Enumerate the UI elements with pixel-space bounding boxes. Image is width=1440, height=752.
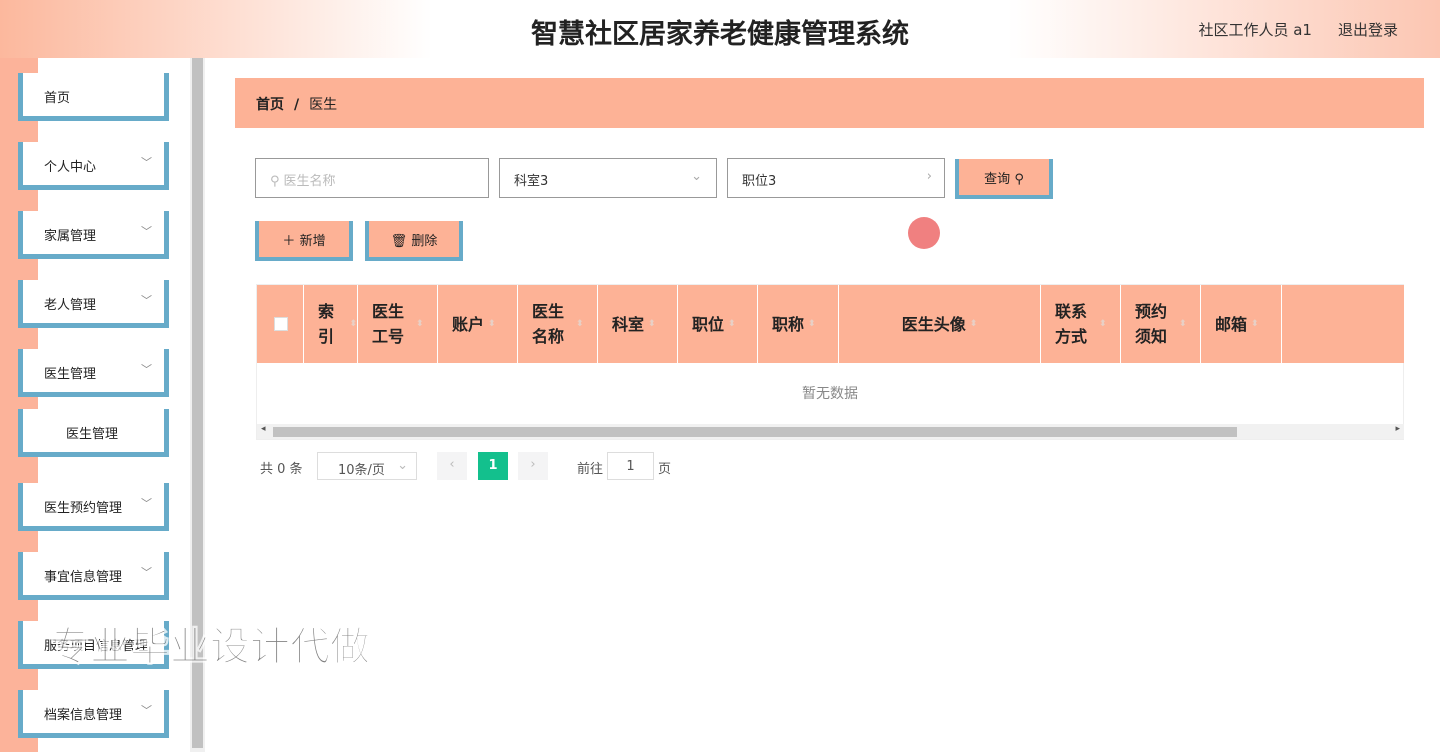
mouse-cursor-highlight: [908, 217, 940, 249]
sort-icon[interactable]: ⬍: [416, 312, 424, 337]
sort-icon[interactable]: ⬍: [728, 312, 736, 337]
watermark: 专业毕业设计代做: [50, 624, 371, 671]
sidebar-item-label: 个人中心: [44, 160, 97, 175]
department-select[interactable]: 科室3 ⌄: [499, 158, 717, 198]
chevron-down-icon: ﹀: [141, 497, 152, 510]
sort-icon[interactable]: ⬍: [576, 312, 584, 337]
column-header-label: 邮箱: [1215, 314, 1248, 334]
sort-icon[interactable]: ⬍: [488, 312, 496, 337]
column-header-label: 联系方式: [1055, 302, 1088, 346]
delete-button[interactable]: 🗑 删除: [365, 221, 463, 261]
table-header: 索引 ⬍ 医生工号 ⬍ 账户 ⬍ 医生名称 ⬍ 科室 ⬍ 职位 ⬍ 职称 ⬍ 医生头像 ⬍ 联系方式 ⬍ 预约须知 ⬍…: [257, 285, 1404, 363]
sidebar-item[interactable]: 老人管理 ﹀: [18, 280, 169, 328]
sort-icon[interactable]: ⬍: [1179, 312, 1187, 337]
sort-icon[interactable]: ⬍: [648, 312, 656, 337]
sidebar-item-label: 首页: [44, 91, 71, 106]
query-button[interactable]: 查询 ⚲: [955, 159, 1053, 199]
sidebar-item[interactable]: 家属管理 ﹀: [18, 211, 169, 259]
select-all-cell: [257, 285, 304, 363]
sidebar-item-label: 老人管理: [44, 298, 97, 313]
chevron-down-icon: ﹀: [141, 566, 152, 579]
chevron-down-icon: ⌄: [397, 458, 408, 473]
page-size-select[interactable]: 10条/页 ⌄: [317, 452, 417, 480]
chevron-right-icon: ›: [926, 169, 932, 184]
sort-icon[interactable]: ⬍: [808, 312, 816, 337]
sidebar-item[interactable]: 事宜信息管理 ﹀: [18, 552, 169, 600]
breadcrumb-separator: /: [294, 97, 300, 113]
column-header[interactable]: 职位 ⬍: [678, 285, 758, 363]
breadcrumb: 首页 / 医生: [235, 78, 1424, 128]
plus-icon: ＋: [282, 234, 296, 249]
sidebar-item-label: 医生预约管理: [44, 501, 123, 516]
sort-icon[interactable]: ⬍: [349, 312, 357, 337]
chevron-down-icon: ﹀: [141, 294, 152, 307]
sidebar-item[interactable]: 医生管理: [18, 409, 169, 457]
sidebar-item[interactable]: 医生预约管理 ﹀: [18, 483, 169, 531]
table-horizontal-scrollbar[interactable]: ◂ ▸: [257, 424, 1404, 439]
sidebar-item-label: 档案信息管理: [44, 708, 123, 723]
column-header-label: 账户: [452, 314, 485, 334]
breadcrumb-home[interactable]: 首页: [256, 97, 284, 113]
add-button[interactable]: ＋ 新增: [255, 221, 353, 261]
column-header[interactable]: 联系方式 ⬍: [1041, 285, 1121, 363]
column-header-label: 医生名称: [532, 302, 565, 346]
chevron-down-icon: ﹀: [141, 225, 152, 238]
chevron-down-icon: ⌄: [691, 169, 702, 184]
doctor-table: 索引 ⬍ 医生工号 ⬍ 账户 ⬍ 医生名称 ⬍ 科室 ⬍ 职位 ⬍ 职称 ⬍ 医生头像 ⬍ 联系方式 ⬍ 预约须知 ⬍…: [256, 284, 1404, 440]
trash-icon: 🗑: [390, 234, 408, 249]
empty-text: 暂无数据: [802, 386, 858, 402]
sidebar-item-label: 事宜信息管理: [44, 570, 123, 585]
sidebar-item-label: 医生管理: [44, 367, 97, 382]
scroll-right-icon[interactable]: ▸: [1395, 424, 1400, 434]
sort-icon[interactable]: ⬍: [1251, 312, 1259, 337]
next-page-button[interactable]: ›: [518, 452, 548, 480]
page-suffix: 页: [658, 462, 672, 477]
sidebar-item[interactable]: 医生管理 ﹀: [18, 349, 169, 397]
sidebar-item[interactable]: 档案信息管理 ﹀: [18, 690, 169, 738]
column-header-label: 职称: [772, 314, 805, 334]
column-header[interactable]: 医生名称 ⬍: [518, 285, 598, 363]
position-select[interactable]: 职位3 ›: [727, 158, 945, 198]
goto-page-input[interactable]: 1: [607, 452, 654, 480]
filler-header: [1282, 285, 1404, 363]
chevron-down-icon: ﹀: [141, 363, 152, 376]
breadcrumb-current: 医生: [309, 97, 338, 113]
sort-icon[interactable]: ⬍: [1099, 312, 1107, 337]
column-header[interactable]: 医生工号 ⬍: [358, 285, 438, 363]
page-1-button[interactable]: 1: [478, 452, 508, 480]
column-header-label: 职位: [692, 314, 725, 334]
header: 智慧社区居家养老健康管理系统 社区工作人员 a1 退出登录: [0, 0, 1440, 58]
doctor-name-input[interactable]: ⚲ 医生名称: [255, 158, 489, 198]
current-user: 社区工作人员 a1: [1198, 21, 1312, 39]
scrollbar-thumb[interactable]: [273, 427, 1237, 437]
column-header[interactable]: 职称 ⬍: [758, 285, 839, 363]
goto-label: 前往: [577, 462, 604, 477]
sidebar-item[interactable]: 首页: [18, 73, 169, 121]
chevron-down-icon: ﹀: [141, 156, 152, 169]
column-header-label: 医生头像: [901, 314, 966, 334]
search-icon: ⚲: [270, 174, 280, 189]
sidebar-item[interactable]: 个人中心 ﹀: [18, 142, 169, 190]
search-icon: ⚲: [1014, 172, 1024, 187]
column-header[interactable]: 邮箱 ⬍: [1201, 285, 1282, 363]
column-header[interactable]: 账户 ⬍: [438, 285, 518, 363]
column-header[interactable]: 科室 ⬍: [598, 285, 678, 363]
total-count: 共 0 条: [260, 462, 303, 477]
column-header-label: 预约须知: [1135, 302, 1168, 346]
column-header[interactable]: 索引 ⬍: [304, 285, 358, 363]
column-header[interactable]: 预约须知 ⬍: [1121, 285, 1201, 363]
column-header-label: 索引: [318, 302, 335, 346]
column-header[interactable]: 医生头像 ⬍: [839, 285, 1041, 363]
sort-icon[interactable]: ⬍: [970, 312, 978, 337]
column-header-label: 科室: [612, 314, 645, 334]
logout-link[interactable]: 退出登录: [1338, 19, 1398, 40]
chevron-down-icon: ﹀: [141, 704, 152, 717]
sidebar-item-label: 医生管理: [66, 427, 119, 442]
select-all-checkbox[interactable]: [274, 317, 288, 331]
column-header-label: 医生工号: [372, 302, 405, 346]
scroll-left-icon[interactable]: ◂: [261, 424, 266, 434]
prev-page-button[interactable]: ‹: [437, 452, 467, 480]
sidebar-item-label: 家属管理: [44, 229, 97, 244]
